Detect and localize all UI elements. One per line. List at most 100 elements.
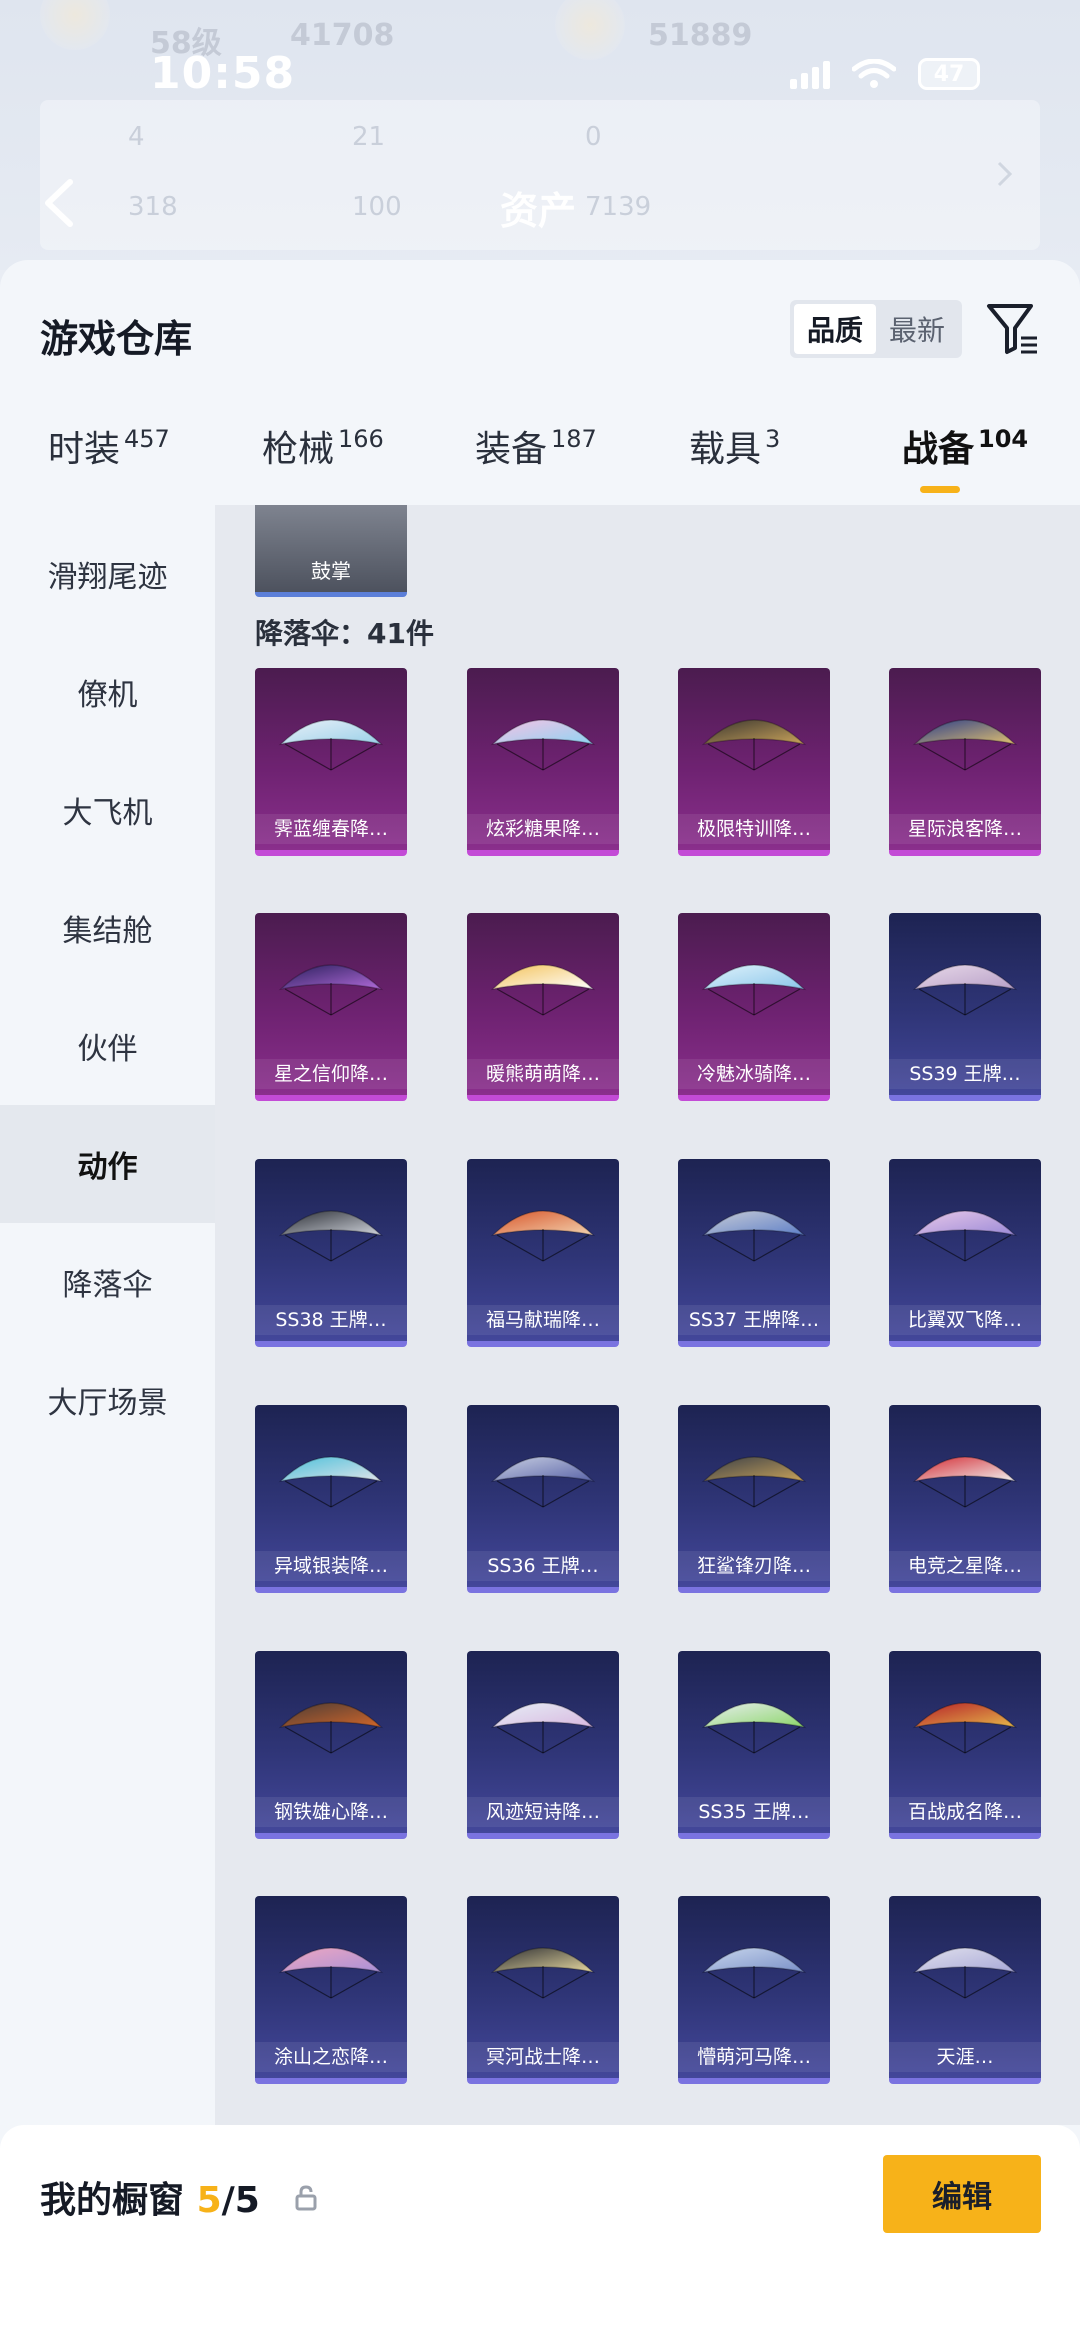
item-card[interactable]: 福马献瑞降… <box>467 1159 619 1347</box>
edit-button[interactable]: 编辑 <box>883 2155 1041 2233</box>
section-label: 降落伞：41件 <box>255 617 434 650</box>
status-icons: 47 <box>790 58 980 90</box>
item-card[interactable]: 天涯… <box>889 1896 1041 2084</box>
item-card[interactable]: 冥河战士降… <box>467 1896 619 2084</box>
item-name: SS35 王牌… <box>678 1797 830 1827</box>
filter-icon[interactable] <box>985 300 1039 358</box>
item-name: 异域银装降… <box>255 1551 407 1581</box>
item-card[interactable]: 极限特训降… <box>678 668 830 856</box>
parachute-icon <box>490 1456 596 1508</box>
item-name: 钢铁雄心降… <box>255 1797 407 1827</box>
tab-equipment[interactable]: 装备 187 <box>475 420 597 500</box>
parachute-icon <box>912 1210 1018 1262</box>
back-arrow-icon[interactable] <box>40 178 76 228</box>
stat-value: 100 <box>352 192 402 222</box>
sort-newest-button[interactable]: 最新 <box>876 304 958 354</box>
item-card[interactable]: 比翼双飞降… <box>889 1159 1041 1347</box>
tab-guns[interactable]: 枪械 166 <box>262 420 384 500</box>
item-card[interactable]: 霁蓝缠春降… <box>255 668 407 856</box>
parachute-icon <box>912 1702 1018 1754</box>
item-card[interactable]: SS37 王牌降… <box>678 1159 830 1347</box>
category-tabs: 时装 457 枪械 166 装备 187 载具 3 战备 104 <box>0 420 1080 500</box>
item-name: SS39 王牌… <box>889 1059 1041 1089</box>
item-name: 狂鲨锋刃降… <box>678 1551 830 1581</box>
item-name: SS38 王牌… <box>255 1305 407 1335</box>
item-name: 涂山之恋降… <box>255 2042 407 2072</box>
sidebar-item[interactable]: 僚机 <box>0 633 215 751</box>
item-name: 炫彩糖果降… <box>467 814 619 844</box>
sidebar-item[interactable]: 大飞机 <box>0 751 215 869</box>
sidebar-item[interactable]: 大厅场景 <box>0 1341 215 1459</box>
parachute-icon <box>278 1702 384 1754</box>
assets-label: 资产 <box>500 189 577 233</box>
coins-text: 41708 <box>290 18 395 53</box>
parachute-icon <box>912 1947 1018 1999</box>
parachute-icon <box>912 719 1018 771</box>
item-name: 冷魅冰骑降… <box>678 1059 830 1089</box>
item-card[interactable]: SS39 王牌… <box>889 913 1041 1101</box>
parachute-icon <box>278 1947 384 1999</box>
parachute-icon <box>278 1210 384 1262</box>
page-title: 游戏仓库 <box>40 317 193 361</box>
value-text: 51889 <box>648 18 753 53</box>
chevron-right-icon <box>997 161 1013 187</box>
item-name: SS36 王牌… <box>467 1551 619 1581</box>
item-name: 懵萌河马降… <box>678 2042 830 2072</box>
item-card[interactable]: 冷魅冰骑降… <box>678 913 830 1101</box>
sort-quality-button[interactable]: 品质 <box>794 304 876 354</box>
item-card[interactable]: 风迹短诗降… <box>467 1651 619 1839</box>
item-card[interactable]: SS35 王牌… <box>678 1651 830 1839</box>
sidebar-item[interactable]: 集结舱 <box>0 869 215 987</box>
item-name: 暖熊萌萌降… <box>467 1059 619 1089</box>
item-name: 星之信仰降… <box>255 1059 407 1089</box>
sidebar-item[interactable]: 滑翔尾迹 <box>0 515 215 633</box>
item-card[interactable]: 懵萌河马降… <box>678 1896 830 2084</box>
sort-toggle: 品质 最新 <box>790 300 962 358</box>
parachute-icon <box>278 1456 384 1508</box>
stat-value: 0 <box>585 122 602 152</box>
wifi-icon <box>852 59 896 88</box>
item-name: SS37 王牌降… <box>678 1305 830 1335</box>
stat-value: 4 <box>128 122 145 152</box>
item-name: 风迹短诗降… <box>467 1797 619 1827</box>
warehouse-sheet: 游戏仓库 品质 最新 时装 457 枪械 166 装备 187 载具 3 战备 104 滑… <box>0 260 1080 2347</box>
parachute-icon <box>701 1702 807 1754</box>
item-card[interactable]: 百战成名降… <box>889 1651 1041 1839</box>
item-card[interactable]: 暖熊萌萌降… <box>467 913 619 1101</box>
showcase-label: 我的橱窗 <box>40 2180 185 2221</box>
showcase-count: 5 <box>196 2180 222 2221</box>
sidebar-item[interactable]: 伙伴 <box>0 987 215 1105</box>
sidebar-item[interactable]: 降落伞 <box>0 1223 215 1341</box>
item-name: 比翼双飞降… <box>889 1305 1041 1335</box>
stat-value: 318 <box>128 192 178 222</box>
item-card[interactable]: 鼓掌 <box>255 505 407 597</box>
item-name: 福马献瑞降… <box>467 1305 619 1335</box>
tab-vehicles[interactable]: 载具 3 <box>689 420 780 500</box>
avatar <box>40 0 110 50</box>
item-name: 电竞之星降… <box>889 1551 1041 1581</box>
item-card[interactable]: SS36 王牌… <box>467 1405 619 1593</box>
showcase-total: /5 <box>221 2180 260 2221</box>
item-card[interactable]: 炫彩糖果降… <box>467 668 619 856</box>
item-card[interactable]: SS38 王牌… <box>255 1159 407 1347</box>
sidebar-item[interactable]: 动作 <box>0 1105 215 1223</box>
parachute-icon <box>490 1947 596 1999</box>
battery-icon: 47 <box>918 58 980 90</box>
parachute-icon <box>912 1456 1018 1508</box>
parachute-icon <box>490 719 596 771</box>
item-card[interactable]: 星际浪客降… <box>889 668 1041 856</box>
assets-value: 7139 <box>585 192 652 222</box>
lock-icon <box>295 2185 317 2211</box>
item-card[interactable]: 电竞之星降… <box>889 1405 1041 1593</box>
avatar <box>555 0 625 60</box>
background-profile-header: 58级 41708 51889 4 21 0 318 100 资产 7139 1… <box>0 0 1080 270</box>
tab-fashion[interactable]: 时装 457 <box>48 420 170 500</box>
item-card[interactable]: 钢铁雄心降… <box>255 1651 407 1839</box>
parachute-icon <box>701 1456 807 1508</box>
item-card[interactable]: 涂山之恋降… <box>255 1896 407 2084</box>
item-card[interactable]: 狂鲨锋刃降… <box>678 1405 830 1593</box>
parachute-icon <box>278 719 384 771</box>
item-card[interactable]: 星之信仰降… <box>255 913 407 1101</box>
showcase-title: 我的橱窗 5/5 <box>40 2171 260 2223</box>
item-card[interactable]: 异域银装降… <box>255 1405 407 1593</box>
